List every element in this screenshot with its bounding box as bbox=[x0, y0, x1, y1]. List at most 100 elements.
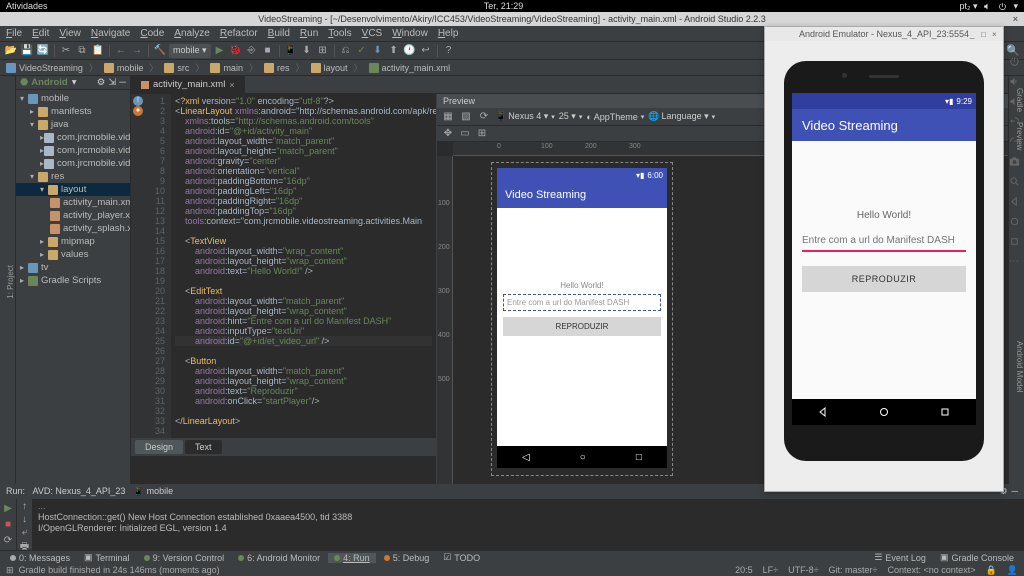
gutter-icon-override[interactable]: ● bbox=[133, 106, 143, 116]
save-icon[interactable]: 💾 bbox=[20, 44, 34, 58]
window-close-icon[interactable]: × bbox=[1013, 14, 1018, 24]
design-tab[interactable]: Design bbox=[135, 440, 183, 454]
breadcrumb-item[interactable]: layout bbox=[311, 63, 348, 73]
tree-node[interactable]: ▸values bbox=[16, 248, 130, 261]
text-tab[interactable]: Text bbox=[185, 440, 222, 454]
tree-node[interactable]: ▸com.jrcmobile.videost bbox=[16, 144, 130, 157]
revert-icon[interactable]: ↩ bbox=[419, 44, 433, 58]
breadcrumb-item[interactable]: res bbox=[264, 63, 290, 73]
history-icon[interactable]: 🕐 bbox=[403, 44, 417, 58]
breadcrumb-item[interactable]: src bbox=[164, 63, 189, 73]
run-icon[interactable]: ▶ bbox=[213, 44, 227, 58]
pan-icon[interactable]: ✥ bbox=[441, 127, 455, 141]
tree-node[interactable]: ▾res bbox=[16, 170, 130, 183]
avd-icon[interactable]: 📱 bbox=[284, 44, 298, 58]
activities-label[interactable]: Atividades bbox=[6, 1, 48, 11]
cut-icon[interactable]: ✂ bbox=[59, 44, 73, 58]
file-tab-activity-main[interactable]: activity_main.xml × bbox=[131, 76, 246, 93]
menu-build[interactable]: Build bbox=[268, 28, 290, 39]
debug-icon[interactable]: 🐞 bbox=[229, 44, 243, 58]
breadcrumb-item[interactable]: main bbox=[210, 63, 243, 73]
run-log[interactable]: ... HostConnection::get() New Host Conne… bbox=[32, 499, 1024, 550]
recent-nav-icon[interactable]: □ bbox=[636, 452, 642, 463]
menu-code[interactable]: Code bbox=[140, 28, 164, 39]
git-branch[interactable]: Git: master÷ bbox=[829, 565, 878, 576]
grid-icon[interactable]: ⊞ bbox=[475, 127, 489, 141]
line-separator[interactable]: LF÷ bbox=[763, 565, 778, 576]
emu-button[interactable]: REPRODUZIR bbox=[802, 266, 966, 292]
menu-navigate[interactable]: Navigate bbox=[91, 28, 130, 39]
blueprint-icon[interactable]: ▧ bbox=[459, 110, 473, 124]
more-icon[interactable]: ⋯ bbox=[1007, 254, 1021, 268]
vcs-icon[interactable]: ⎌ bbox=[339, 44, 353, 58]
stop-icon[interactable]: ■ bbox=[261, 44, 275, 58]
tree-node[interactable]: activity_splash.xm bbox=[16, 222, 130, 235]
attach-icon[interactable]: ⎆ bbox=[245, 44, 259, 58]
tree-node[interactable]: ▸mipmap bbox=[16, 235, 130, 248]
close-tab-icon[interactable]: × bbox=[229, 80, 234, 90]
menu-run[interactable]: Run bbox=[300, 28, 318, 39]
zoom-icon[interactable] bbox=[1007, 174, 1021, 188]
messages-tab[interactable]: 0: Messages bbox=[4, 553, 76, 563]
api-dropdown[interactable]: 25 ▾ bbox=[559, 111, 583, 122]
menu-analyze[interactable]: Analyze bbox=[174, 28, 210, 39]
tree-node[interactable]: ▾layout bbox=[16, 183, 130, 196]
gutter-icon-warning[interactable]: ! bbox=[133, 96, 143, 106]
settings-icon[interactable]: ⚙ bbox=[97, 77, 106, 88]
home-icon[interactable] bbox=[1007, 214, 1021, 228]
man-icon[interactable]: 👤 bbox=[1007, 565, 1018, 576]
close-icon[interactable]: × bbox=[992, 30, 1000, 38]
stop-icon[interactable]: ■ bbox=[1, 517, 15, 531]
volume-icon[interactable] bbox=[983, 2, 992, 11]
preview-edittext[interactable]: Entre com a url do Manifest DASH bbox=[503, 294, 661, 311]
menu-vcs[interactable]: VCS bbox=[362, 28, 383, 39]
menu-window[interactable]: Window bbox=[392, 28, 428, 39]
rerun-icon[interactable]: ▶ bbox=[1, 501, 15, 515]
dropdown-arrow-icon[interactable]: ▾ bbox=[1013, 1, 1018, 12]
back-icon[interactable] bbox=[1007, 194, 1021, 208]
copy-icon[interactable]: ⧉ bbox=[75, 44, 89, 58]
hide-icon[interactable]: ─ bbox=[119, 77, 126, 88]
open-icon[interactable]: 📂 bbox=[4, 44, 18, 58]
home-nav-icon[interactable] bbox=[878, 406, 890, 418]
android-model-tool-tab[interactable]: Android Model bbox=[1015, 337, 1024, 397]
vcs-tab[interactable]: 9: Version Control bbox=[138, 553, 231, 563]
terminal-tab[interactable]: ▣Terminal bbox=[78, 552, 136, 563]
pull-icon[interactable]: ⬇ bbox=[371, 44, 385, 58]
encoding[interactable]: UTF-8÷ bbox=[788, 565, 818, 576]
tree-node[interactable]: ▾java bbox=[16, 118, 130, 131]
run-config-dropdown[interactable]: mobile ▾ bbox=[169, 44, 211, 58]
preview-button[interactable]: REPRODUZIR bbox=[503, 317, 661, 336]
help-icon[interactable]: ? bbox=[442, 44, 456, 58]
recent-nav-icon[interactable] bbox=[939, 406, 951, 418]
emu-edittext[interactable] bbox=[802, 231, 966, 252]
paste-icon[interactable]: 📋 bbox=[91, 44, 105, 58]
hide-icon[interactable]: ─ bbox=[1012, 486, 1018, 497]
volume-up-icon[interactable] bbox=[1007, 74, 1021, 88]
wrap-icon[interactable]: ⤶ bbox=[18, 527, 32, 538]
tree-node[interactable]: ▸com.jrcmobile.videost bbox=[16, 157, 130, 170]
down-icon[interactable]: ↓ bbox=[18, 514, 32, 525]
breadcrumb-item[interactable]: mobile bbox=[104, 63, 144, 73]
caret-position[interactable]: 20:5 bbox=[735, 565, 753, 576]
project-tree[interactable]: ▾mobile▸manifests▾java▸com.jrcmobile.vid… bbox=[16, 90, 130, 289]
camera-icon[interactable] bbox=[1007, 154, 1021, 168]
tree-node[interactable]: ▸com.jrcmobile.videost bbox=[16, 131, 130, 144]
project-panel-header[interactable]: ⬣Android▾ ⚙ ⇲ ─ bbox=[16, 76, 130, 90]
phone-screen[interactable]: ▾▮9:29 Video Streaming Hello World! REPR… bbox=[792, 93, 976, 425]
menu-refactor[interactable]: Refactor bbox=[220, 28, 258, 39]
tree-node[interactable]: ▸Gradle Scripts bbox=[16, 274, 130, 287]
sync-icon[interactable]: 🔄 bbox=[36, 44, 50, 58]
tree-node[interactable]: activity_main.xml bbox=[16, 196, 130, 209]
palette-icon[interactable]: ▦ bbox=[441, 110, 455, 124]
commit-icon[interactable]: ✓ bbox=[355, 44, 369, 58]
tree-node[interactable]: ▾mobile bbox=[16, 92, 130, 105]
back-nav-icon[interactable]: ◁ bbox=[522, 452, 530, 463]
tool-window-icon[interactable]: ⊞ bbox=[6, 565, 14, 575]
power-icon[interactable] bbox=[998, 2, 1007, 11]
collapse-icon[interactable]: ⇲ bbox=[108, 77, 116, 88]
orientation-icon[interactable]: ⟳ bbox=[477, 110, 491, 124]
forward-icon[interactable]: → bbox=[130, 44, 144, 58]
breadcrumb-item[interactable]: activity_main.xml bbox=[369, 63, 451, 73]
tree-node[interactable]: ▸manifests bbox=[16, 105, 130, 118]
